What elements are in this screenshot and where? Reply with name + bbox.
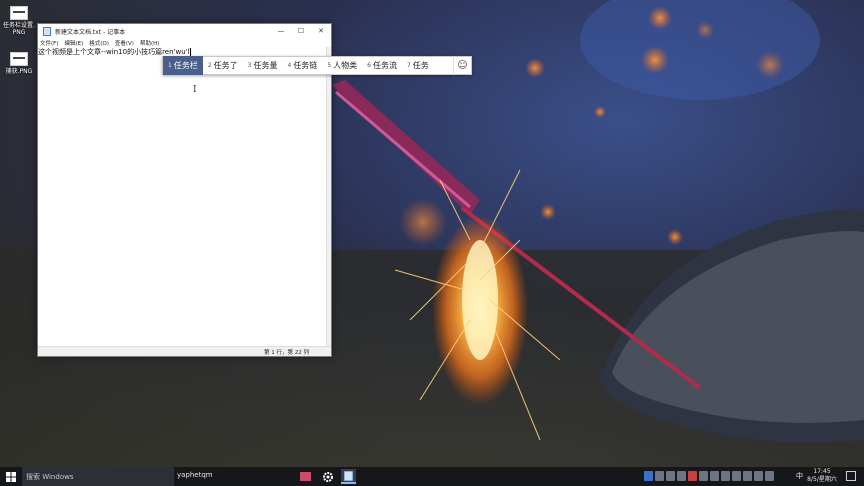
- ime-candidate-5[interactable]: 5 人物类: [322, 56, 362, 75]
- text-editor[interactable]: 这个视频是上个文章--win10的小技巧篇ren'wu'l: [38, 47, 331, 346]
- close-button[interactable]: ✕: [311, 24, 331, 38]
- menu-format[interactable]: 格式(O): [89, 39, 109, 47]
- ime-candidate-2[interactable]: 2 任务了: [203, 56, 243, 75]
- menu-file[interactable]: 文件(F): [40, 39, 58, 47]
- ime-candidate-7[interactable]: 7 任务: [402, 56, 434, 75]
- image-file-icon: [10, 52, 28, 66]
- status-bar: 第 1 行，第 22 列: [38, 346, 331, 356]
- tray-app-icon[interactable]: [666, 471, 675, 481]
- taskbar: 搜索 Windows yaphetqm 中 17:45 8/5/星期六: [0, 467, 864, 486]
- system-tray: [644, 471, 774, 481]
- ime-candidate-1[interactable]: 1 任务栏: [163, 56, 203, 75]
- start-button[interactable]: [0, 467, 22, 486]
- flag-icon[interactable]: [765, 471, 774, 481]
- tray-app-icon[interactable]: [688, 471, 697, 481]
- desktop-icon-capture[interactable]: 捕获.PNG: [2, 52, 36, 75]
- taskbar-app-settings[interactable]: [320, 469, 335, 484]
- taskbar-app-media[interactable]: [298, 469, 313, 484]
- desktop-icon-label: 捕获.PNG: [5, 68, 33, 75]
- tray-app-icon[interactable]: [655, 471, 664, 481]
- network-icon[interactable]: [743, 471, 752, 481]
- notepad-icon: [43, 26, 51, 36]
- image-file-icon: [10, 6, 28, 20]
- volume-icon[interactable]: [754, 471, 763, 481]
- windows-logo-icon: [6, 471, 16, 482]
- ime-candidate-6[interactable]: 6 任务流: [362, 56, 402, 75]
- taskbar-text-label: yaphetqm: [177, 471, 213, 479]
- desktop-icon-taskbar-settings[interactable]: 任务栏设置.PNG: [2, 6, 36, 36]
- media-app-icon: [300, 472, 311, 481]
- emoji-icon[interactable]: ☺: [453, 56, 471, 75]
- window-title: 新建文本文档.txt - 记事本: [55, 28, 126, 36]
- tray-app-icon[interactable]: [721, 471, 730, 481]
- gear-icon: [322, 471, 333, 482]
- search-box[interactable]: 搜索 Windows: [22, 467, 174, 486]
- tray-app-icon[interactable]: [699, 471, 708, 481]
- clock-time: 17:45: [813, 468, 831, 475]
- tray-app-icon[interactable]: [710, 471, 719, 481]
- text-caret: [189, 48, 191, 56]
- tray-app-icon[interactable]: [677, 471, 686, 481]
- clock[interactable]: 17:45 8/5/星期六: [807, 468, 837, 484]
- ime-candidate-4[interactable]: 4 任务链: [282, 56, 322, 75]
- menu-help[interactable]: 帮助(H): [140, 39, 159, 47]
- document-text: 这个视频是上个文章--win10的小技巧篇: [38, 48, 163, 56]
- menu-bar: 文件(F) 编辑(E) 格式(O) 查看(V) 帮助(H): [38, 38, 331, 47]
- ime-mode-indicator[interactable]: 中: [796, 471, 803, 481]
- clock-date: 8/5/星期六: [807, 476, 837, 483]
- ime-candidate-3[interactable]: 3 任务量: [243, 56, 283, 75]
- vertical-scrollbar[interactable]: [326, 47, 331, 346]
- ime-candidate-bar: 1 任务栏 2 任务了 3 任务量 4 任务链 5 人物类 6 任务流 7 任务 ☺: [162, 56, 472, 75]
- maximize-button[interactable]: ☐: [291, 24, 311, 38]
- tray-app-icon[interactable]: [732, 471, 741, 481]
- minimize-button[interactable]: —: [271, 24, 291, 38]
- ibeam-cursor-icon: I: [193, 85, 197, 95]
- taskbar-app-notepad[interactable]: [341, 469, 356, 484]
- menu-view[interactable]: 查看(V): [115, 39, 134, 47]
- title-bar[interactable]: 新建文本文档.txt - 记事本 — ☐ ✕: [38, 24, 331, 38]
- tray-app-icon[interactable]: [644, 471, 653, 481]
- desktop-icon-label: 任务栏设置.PNG: [3, 22, 35, 36]
- cursor-position: 第 1 行，第 22 列: [264, 350, 309, 356]
- notification-center-icon[interactable]: [846, 471, 856, 481]
- menu-edit[interactable]: 编辑(E): [64, 39, 83, 47]
- notepad-icon: [344, 470, 353, 481]
- search-placeholder: 搜索 Windows: [26, 472, 74, 481]
